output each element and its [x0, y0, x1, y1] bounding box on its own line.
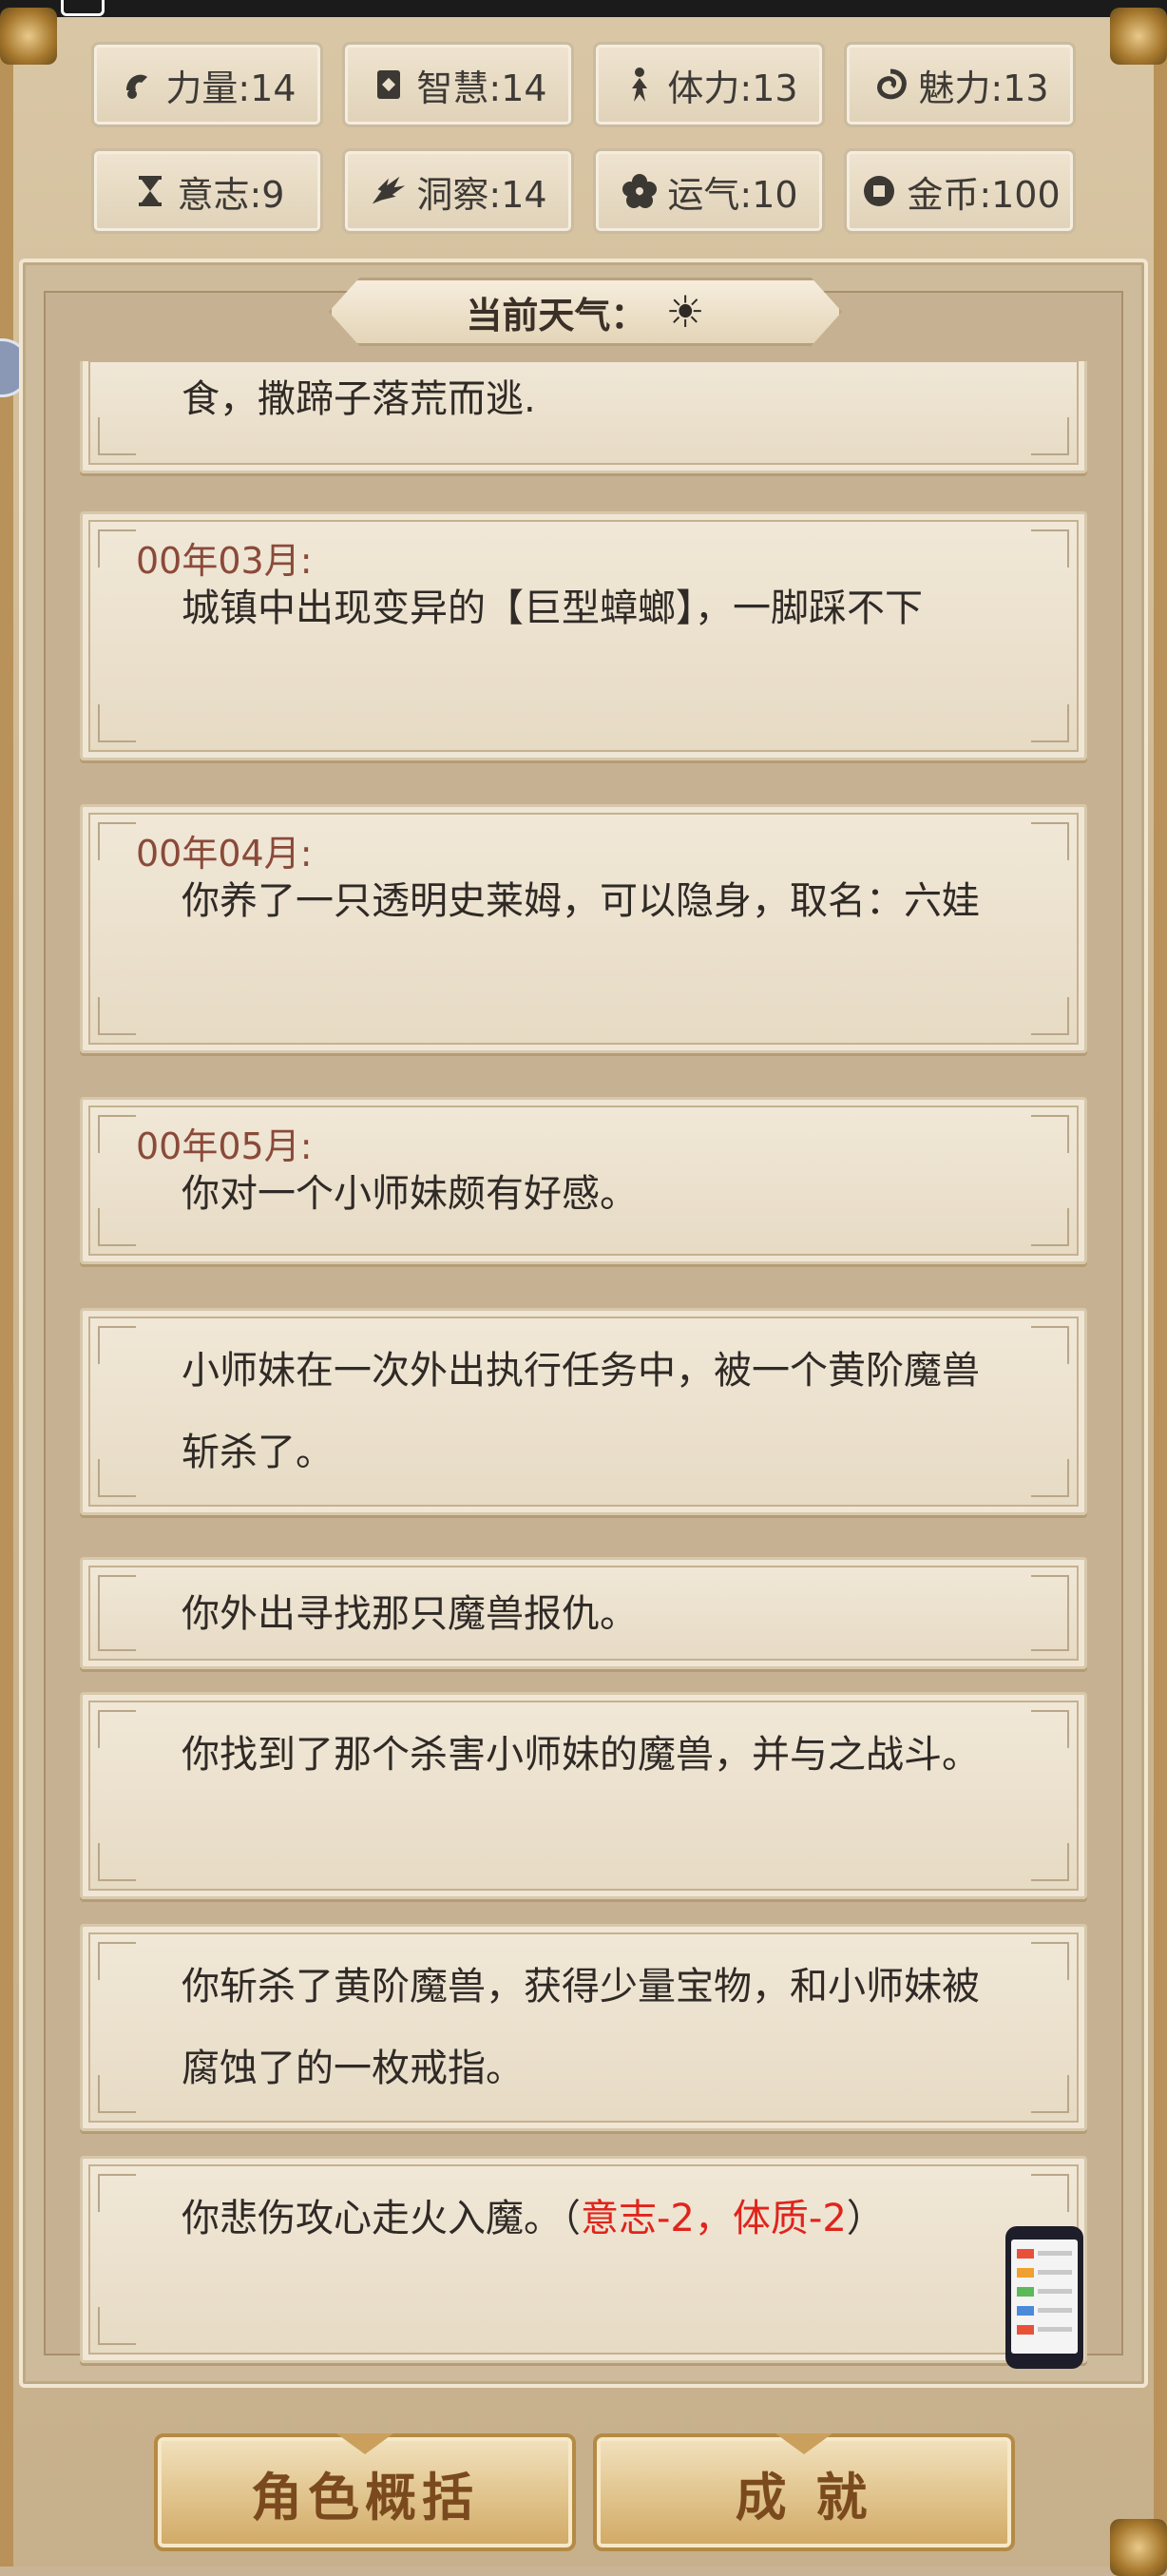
- weather-banner: 当前天气： ☀: [329, 278, 842, 346]
- event-text: 你斩杀了黄阶魔兽，获得少量宝物，和小师妹被腐蚀了的一枚戒指。: [182, 1965, 980, 2090]
- corner-ornament-icon: [1031, 1326, 1069, 1364]
- corner-ornament-icon: [1031, 2075, 1069, 2113]
- event-text-suffix: ）: [846, 2197, 885, 2240]
- frame-corner-ornament-icon: [1110, 2519, 1167, 2576]
- event-card: 你斩杀了黄阶魔兽，获得少量宝物，和小师妹被腐蚀了的一枚戒指。: [80, 1924, 1087, 2131]
- stat-wisdom[interactable]: 智慧:14: [342, 42, 574, 127]
- achievements-button[interactable]: 成 就: [593, 2433, 1015, 2551]
- event-card: 你外出寻找那只魔兽报仇。: [80, 1557, 1087, 1669]
- corner-ornament-icon: [98, 1208, 136, 1246]
- corner-ornament-icon: [1031, 1208, 1069, 1246]
- stat-label: 体力:13: [667, 67, 798, 109]
- wisdom-icon: [369, 65, 409, 105]
- corner-ornament-icon: [98, 2174, 136, 2212]
- event-text: 你对一个小师妹颇有好感。: [182, 1172, 638, 1216]
- stat-label: 意志:9: [177, 173, 285, 216]
- corner-ornament-icon: [1031, 822, 1069, 860]
- stat-gold[interactable]: 金币:100: [844, 148, 1076, 234]
- event-card: 00年04月: 你养了一只透明史莱姆，可以隐身，取名：六娃: [80, 804, 1087, 1053]
- luck-icon: [620, 171, 660, 211]
- status-glyph-icon: [61, 0, 105, 16]
- status-bar: [0, 0, 1167, 17]
- stat-label: 运气:10: [667, 173, 798, 216]
- stat-stamina[interactable]: 体力:13: [593, 42, 825, 127]
- button-notch-icon: [775, 2433, 832, 2454]
- corner-ornament-icon: [1031, 1115, 1069, 1153]
- stat-label: 力量:14: [165, 67, 297, 109]
- corner-ornament-icon: [98, 1575, 136, 1613]
- event-card: 小师妹在一次外出执行任务中，被一个黄阶魔兽斩杀了。: [80, 1308, 1087, 1515]
- event-card: 00年05月: 你对一个小师妹颇有好感。: [80, 1097, 1087, 1264]
- corner-ornament-icon: [1031, 1942, 1069, 1980]
- frame-corner-ornament-icon: [0, 8, 57, 65]
- corner-ornament-icon: [98, 997, 136, 1035]
- strength-icon: [118, 65, 158, 105]
- corner-ornament-icon: [1031, 1459, 1069, 1497]
- corner-ornament-icon: [1031, 529, 1069, 567]
- event-text: 小师妹在一次外出执行任务中，被一个黄阶魔兽斩杀了。: [182, 1349, 980, 1474]
- corner-ornament-icon: [1031, 1843, 1069, 1881]
- corner-ornament-icon: [1031, 1613, 1069, 1651]
- corner-ornament-icon: [98, 529, 136, 567]
- corner-ornament-icon: [1031, 997, 1069, 1035]
- stat-effect-text: 意志-2，体质-2: [581, 2197, 847, 2240]
- stat-label: 洞察:14: [416, 173, 547, 216]
- stamina-icon: [620, 65, 660, 105]
- insight-icon: [369, 171, 409, 211]
- stat-label: 智慧:14: [416, 67, 547, 109]
- event-feed[interactable]: 食，撒蹄子落荒而逃. 00年03月: 城镇中出现变异的【巨型蟑螂】，一脚踩不下 …: [80, 361, 1087, 2376]
- event-card: 食，撒蹄子落荒而逃.: [80, 361, 1087, 473]
- corner-ornament-icon: [98, 704, 136, 742]
- stat-luck[interactable]: 运气:10: [593, 148, 825, 234]
- corner-ornament-icon: [1031, 704, 1069, 742]
- corner-ornament-icon: [98, 1326, 136, 1364]
- character-summary-button[interactable]: 角色概括: [154, 2433, 576, 2551]
- event-text: 你养了一只透明史莱姆，可以隐身，取名：六娃: [182, 879, 980, 923]
- stat-insight[interactable]: 洞察:14: [342, 148, 574, 234]
- button-label: 成 就: [735, 2467, 873, 2528]
- stat-label: 魅力:13: [918, 67, 1049, 109]
- event-card: 你找到了那个杀害小师妹的魔兽，并与之战斗。: [80, 1692, 1087, 1899]
- stat-will[interactable]: 意志:9: [91, 148, 323, 234]
- corner-ornament-icon: [98, 1115, 136, 1153]
- corner-ornament-icon: [98, 1843, 136, 1881]
- stat-strength[interactable]: 力量:14: [91, 42, 323, 127]
- event-card: 00年03月: 城镇中出现变异的【巨型蟑螂】，一脚踩不下: [80, 511, 1087, 760]
- event-card: 你悲伤攻心走火入魔。（意志-2，体质-2）: [80, 2156, 1087, 2363]
- event-text: 食，撒蹄子落荒而逃.: [182, 377, 536, 421]
- sun-icon: ☀: [665, 286, 705, 337]
- corner-ornament-icon: [1031, 1575, 1069, 1613]
- corner-ornament-icon: [1031, 2174, 1069, 2212]
- coin-icon: [859, 171, 899, 211]
- corner-ornament-icon: [98, 2307, 136, 2345]
- corner-ornament-icon: [98, 1613, 136, 1651]
- stat-charm[interactable]: 魅力:13: [844, 42, 1076, 127]
- corner-ornament-icon: [98, 2075, 136, 2113]
- corner-ornament-icon: [98, 1942, 136, 1980]
- corner-ornament-icon: [98, 822, 136, 860]
- button-label: 角色概括: [251, 2467, 479, 2528]
- phone-screen-icon: [1011, 2240, 1078, 2354]
- charm-icon: [870, 65, 910, 105]
- corner-ornament-icon: [1031, 1710, 1069, 1748]
- hourglass-icon: [130, 171, 170, 211]
- event-text: 城镇中出现变异的【巨型蟑螂】，一脚踩不下: [182, 586, 923, 630]
- corner-ornament-icon: [98, 1710, 136, 1748]
- corner-ornament-icon: [98, 417, 136, 455]
- weather-label: 当前天气：: [466, 294, 647, 336]
- floating-phone-widget[interactable]: [1005, 2226, 1083, 2369]
- button-notch-icon: [336, 2433, 393, 2454]
- event-text-prefix: 你悲伤攻心走火入魔。（: [182, 2197, 581, 2240]
- event-text: 你外出寻找那只魔兽报仇。: [182, 1592, 638, 1636]
- corner-ornament-icon: [1031, 417, 1069, 455]
- stat-label: 金币:100: [907, 173, 1061, 216]
- frame-corner-ornament-icon: [1110, 8, 1167, 65]
- event-text: 你悲伤攻心走火入魔。（意志-2，体质-2）: [182, 2178, 989, 2259]
- event-text: 你找到了那个杀害小师妹的魔兽，并与之战斗。: [182, 1733, 980, 1777]
- corner-ornament-icon: [98, 1459, 136, 1497]
